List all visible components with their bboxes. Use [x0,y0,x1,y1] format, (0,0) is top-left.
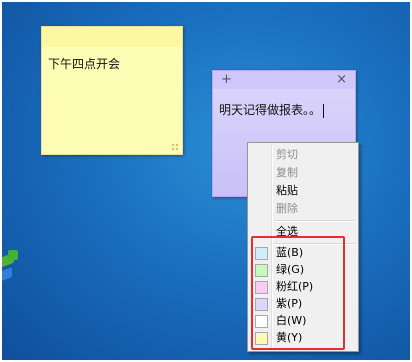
color-swatch-icon [255,247,268,260]
menu-item-label: 绿(G) [276,263,305,276]
note-text-editing[interactable]: 明天记得做报表。。 [219,101,325,118]
color-swatch-icon [255,264,268,277]
color-swatch-icon [255,315,268,328]
close-icon[interactable]: × [336,72,347,87]
menu-item-color-purple[interactable]: 紫(P) [251,295,355,313]
menu-item-cut[interactable]: 剪切 [251,146,355,164]
menu-item-label: 全选 [276,225,298,238]
note-text: 明天记得做报表。。 [219,103,322,117]
resize-grip-icon[interactable] [171,143,179,151]
menu-item-color-blue[interactable]: 蓝(B) [251,244,355,262]
windows-logo-partial [2,248,22,308]
menu-item-select-all[interactable]: 全选 [251,223,355,241]
menu-item-paste[interactable]: 粘贴 [251,182,355,200]
sticky-note-yellow[interactable]: 下午四点开会 [41,26,183,155]
menu-item-label: 删除 [276,202,298,215]
menu-item-label: 白(W) [276,314,307,327]
menu-item-label: 剪切 [276,148,298,161]
menu-item-color-pink[interactable]: 粉红(P) [251,278,355,296]
note-title-strip[interactable] [42,27,182,47]
note-title-bar[interactable]: + × [213,71,355,89]
menu-item-label: 紫(P) [276,297,303,310]
color-swatch-icon [255,332,268,345]
menu-separator [274,220,354,222]
menu-item-color-yellow[interactable]: 黄(Y) [251,329,355,347]
menu-item-color-green[interactable]: 绿(G) [251,261,355,279]
menu-item-label: 粉红(P) [276,280,314,293]
menu-item-label: 粘贴 [276,184,298,197]
note-text[interactable]: 下午四点开会 [48,55,120,72]
color-swatch-icon [255,298,268,311]
menu-item-label: 蓝(B) [276,246,304,259]
menu-item-copy[interactable]: 复制 [251,164,355,182]
context-menu: 剪切 复制 粘贴 删除 全选 蓝(B) 绿(G) 粉红(P) 紫(P) 白(W)… [247,142,359,352]
color-swatch-icon [255,281,268,294]
menu-item-color-white[interactable]: 白(W) [251,312,355,330]
text-caret [323,103,325,118]
menu-item-label: 复制 [276,166,298,179]
menu-item-label: 黄(Y) [276,331,303,344]
add-note-icon[interactable]: + [221,72,232,87]
menu-item-delete[interactable]: 删除 [251,200,355,218]
